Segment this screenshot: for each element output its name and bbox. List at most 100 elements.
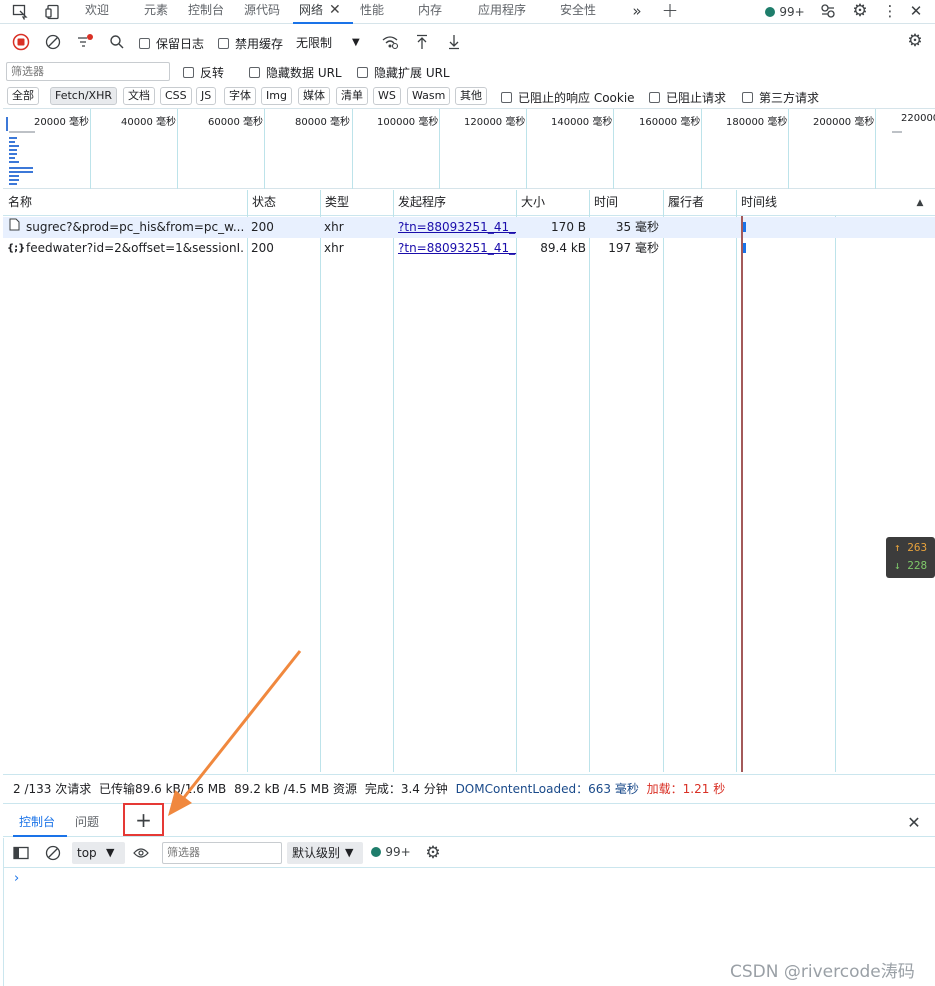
blocked-cookies-checkbox[interactable]: 已阻止的响应 Cookie	[501, 89, 635, 106]
overview-request-bar	[9, 137, 17, 139]
import-har-icon[interactable]	[412, 32, 432, 52]
column-header-waterfall[interactable]: 时间线	[736, 190, 777, 216]
filter-input[interactable]	[6, 62, 170, 81]
more-options-icon[interactable]: ⋮	[880, 2, 900, 20]
tab-application[interactable]: 应用程序	[478, 0, 526, 24]
more-tabs-icon[interactable]: »	[627, 2, 647, 20]
table-row[interactable]: sugrec?&prod=pc_his&from=pc_w... 200 xhr…	[3, 217, 935, 238]
throttling-select[interactable]: 无限制 ▼	[296, 33, 370, 51]
hide-extension-urls-checkbox[interactable]: 隐藏扩展 URL	[357, 64, 450, 81]
close-devtools-icon[interactable]: ✕	[906, 2, 926, 20]
type-filter-doc[interactable]: 文档	[123, 87, 155, 105]
overview-divider	[526, 109, 527, 189]
request-initiator-cell: ?tn=88093251_41_ha	[398, 217, 516, 238]
waterfall-bar	[743, 222, 746, 232]
export-har-icon[interactable]	[444, 32, 464, 52]
tab-network[interactable]: 网络 ✕	[293, 0, 353, 24]
tab-performance[interactable]: 性能	[360, 0, 384, 24]
tab-security[interactable]: 安全性	[560, 0, 596, 24]
type-filter-js[interactable]: JS	[196, 87, 217, 105]
preserve-log-checkbox[interactable]: 保留日志	[139, 35, 204, 52]
clear-icon[interactable]	[43, 32, 63, 52]
close-tab-icon[interactable]: ✕	[329, 2, 341, 18]
type-filter-font[interactable]: 字体	[224, 87, 256, 105]
disable-cache-checkbox[interactable]: 禁用缓存	[218, 35, 283, 52]
watermark: CSDN @rivercode涛码	[730, 962, 915, 982]
column-header-time[interactable]: 时间	[589, 190, 618, 216]
column-header-status[interactable]: 状态	[247, 190, 276, 216]
checkbox-box[interactable]	[139, 38, 150, 49]
column-header-fulfilled-by[interactable]: 履行者	[663, 190, 704, 216]
type-filter-other[interactable]: 其他	[455, 87, 487, 105]
sidebar-toggle-icon[interactable]	[11, 844, 31, 862]
customize-icon[interactable]	[818, 2, 838, 20]
log-level-value: 默认级别	[292, 846, 341, 860]
network-conditions-icon[interactable]	[380, 32, 400, 52]
network-settings-gear-icon[interactable]: ⚙	[905, 31, 925, 51]
tab-console[interactable]: 控制台	[188, 0, 224, 24]
checkbox-box[interactable]	[183, 67, 194, 78]
request-initiator-link[interactable]: ?tn=88093251_41_ha	[398, 220, 516, 234]
column-header-type[interactable]: 类型	[320, 190, 349, 216]
search-icon[interactable]	[107, 32, 127, 52]
inspect-element-icon[interactable]	[10, 3, 30, 21]
drawer-tab-console[interactable]: 控制台	[19, 813, 55, 830]
record-stop-icon[interactable]	[11, 32, 31, 52]
overview-divider	[439, 109, 440, 189]
tab-sources[interactable]: 源代码	[244, 0, 280, 24]
filter-funnel-icon[interactable]	[75, 32, 95, 52]
type-filter-css[interactable]: CSS	[160, 87, 192, 105]
drawer-tab-issues[interactable]: 问题	[75, 813, 99, 830]
column-header-size[interactable]: 大小	[516, 190, 545, 216]
type-filter-media[interactable]: 媒体	[298, 87, 330, 105]
overview-timeline[interactable]: 20000 毫秒 40000 毫秒 60000 毫秒 80000 毫秒 1000…	[3, 108, 935, 189]
type-filter-manifest[interactable]: 清单	[336, 87, 368, 105]
request-initiator-link[interactable]: ?tn=88093251_41_ha	[398, 241, 516, 255]
console-prompt-icon[interactable]: ›	[14, 871, 19, 886]
checkbox-box[interactable]	[357, 67, 368, 78]
type-filter-img[interactable]: Img	[261, 87, 292, 105]
console-issues-badge[interactable]: 99+	[370, 844, 412, 860]
checkbox-box[interactable]	[218, 38, 229, 49]
overview-divider	[701, 109, 702, 189]
console-filter-input[interactable]	[162, 842, 282, 864]
sort-ascending-icon[interactable]: ▲	[913, 196, 927, 210]
close-drawer-icon[interactable]: ✕	[905, 813, 923, 832]
table-row[interactable]: {;} feedwater?id=2&offset=1&sessionI... …	[3, 238, 935, 259]
tab-welcome[interactable]: 欢迎	[85, 0, 109, 24]
tab-memory[interactable]: 内存	[418, 0, 442, 24]
waterfall-divider	[835, 216, 836, 772]
console-settings-gear-icon[interactable]: ⚙	[423, 843, 443, 863]
transferred-size: 已传输89.6 kB/1.6 MB	[99, 782, 227, 796]
add-drawer-tab-button[interactable]: +	[123, 803, 164, 836]
checkbox-box[interactable]	[249, 67, 260, 78]
add-tab-icon[interactable]: +	[660, 0, 680, 22]
device-toolbar-icon[interactable]	[43, 3, 63, 21]
request-name[interactable]: feedwater?id=2&offset=1&sessionI...	[26, 238, 244, 259]
resources-size: 89.2 kB /4.5 MB 资源	[234, 782, 357, 796]
type-filter-wasm[interactable]: Wasm	[407, 87, 451, 105]
checkbox-box[interactable]	[501, 92, 512, 103]
invert-checkbox[interactable]: 反转	[183, 64, 224, 81]
settings-gear-icon[interactable]: ⚙	[850, 1, 870, 21]
checkbox-box[interactable]	[742, 92, 753, 103]
blocked-requests-checkbox[interactable]: 已阻止请求	[649, 89, 726, 106]
load-time: 加载：1.21 秒	[646, 782, 726, 796]
column-divider	[320, 190, 321, 772]
type-filter-all[interactable]: 全部	[7, 87, 39, 105]
type-filter-ws[interactable]: WS	[373, 87, 401, 105]
clear-console-icon[interactable]	[43, 844, 63, 862]
column-header-initiator[interactable]: 发起程序	[393, 190, 446, 216]
third-party-checkbox[interactable]: 第三方请求	[742, 89, 819, 106]
request-name[interactable]: sugrec?&prod=pc_his&from=pc_w...	[26, 217, 244, 238]
column-header-name[interactable]: 名称	[3, 190, 32, 216]
context-selector[interactable]: top ▼	[72, 842, 125, 864]
log-level-select[interactable]: 默认级别 ▼	[287, 842, 363, 864]
type-filter-fetch-xhr[interactable]: Fetch/XHR	[50, 87, 117, 105]
drawer-left-border	[3, 838, 4, 986]
tab-elements[interactable]: 元素	[144, 0, 168, 24]
hide-data-urls-checkbox[interactable]: 隐藏数据 URL	[249, 64, 342, 81]
issues-badge[interactable]: 99+	[764, 4, 806, 20]
live-expression-eye-icon[interactable]	[131, 844, 151, 862]
checkbox-box[interactable]	[649, 92, 660, 103]
